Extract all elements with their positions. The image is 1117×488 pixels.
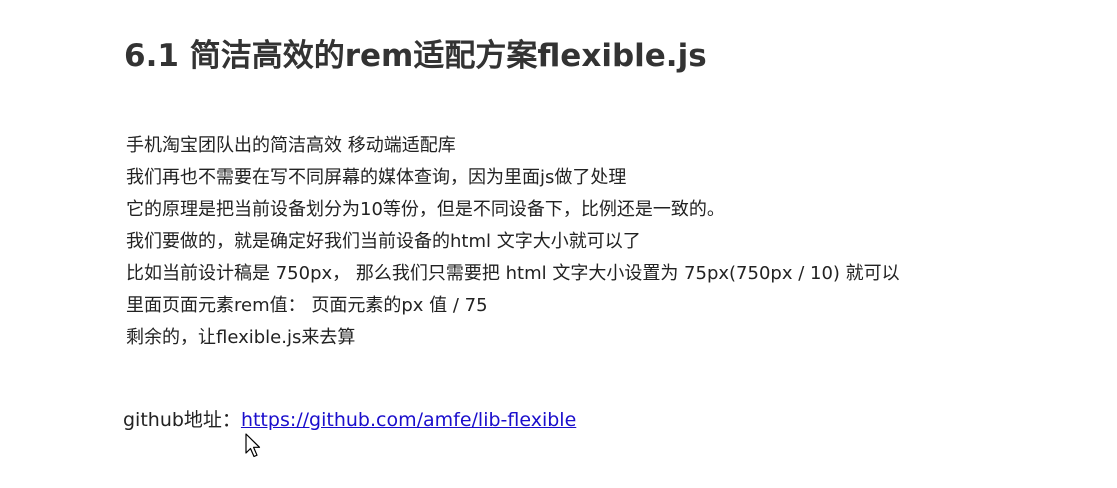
body-line: 剩余的，让flexible.js来去算 <box>126 327 356 348</box>
body-line: 我们要做的，就是确定好我们当前设备的html 文字大小就可以了 <box>126 231 641 252</box>
slide: 6.1 简洁高效的rem适配方案flexible.js 手机淘宝团队出的简洁高效… <box>0 0 1117 488</box>
mouse-pointer-icon <box>245 433 261 458</box>
github-label: github地址： <box>123 409 241 431</box>
body-line: 里面页面元素rem值： 页面元素的px 值 / 75 <box>126 295 488 316</box>
slide-title: 6.1 简洁高效的rem适配方案flexible.js <box>124 38 707 74</box>
slide-body: 手机淘宝团队出的简洁高效 移动端适配库 我们再也不需要在写不同屏幕的媒体查询，因… <box>126 130 900 354</box>
body-line: 它的原理是把当前设备划分为10等份，但是不同设备下，比例还是一致的。 <box>126 199 725 220</box>
github-link[interactable]: https://github.com/amfe/lib-flexible <box>241 409 576 431</box>
body-line: 我们再也不需要在写不同屏幕的媒体查询，因为里面js做了处理 <box>126 167 627 188</box>
body-line: 比如当前设计稿是 750px， 那么我们只需要把 html 文字大小设置为 75… <box>126 263 900 284</box>
body-line: 手机淘宝团队出的简洁高效 移动端适配库 <box>126 135 456 156</box>
github-row: github地址：https://github.com/amfe/lib-fle… <box>123 405 576 435</box>
